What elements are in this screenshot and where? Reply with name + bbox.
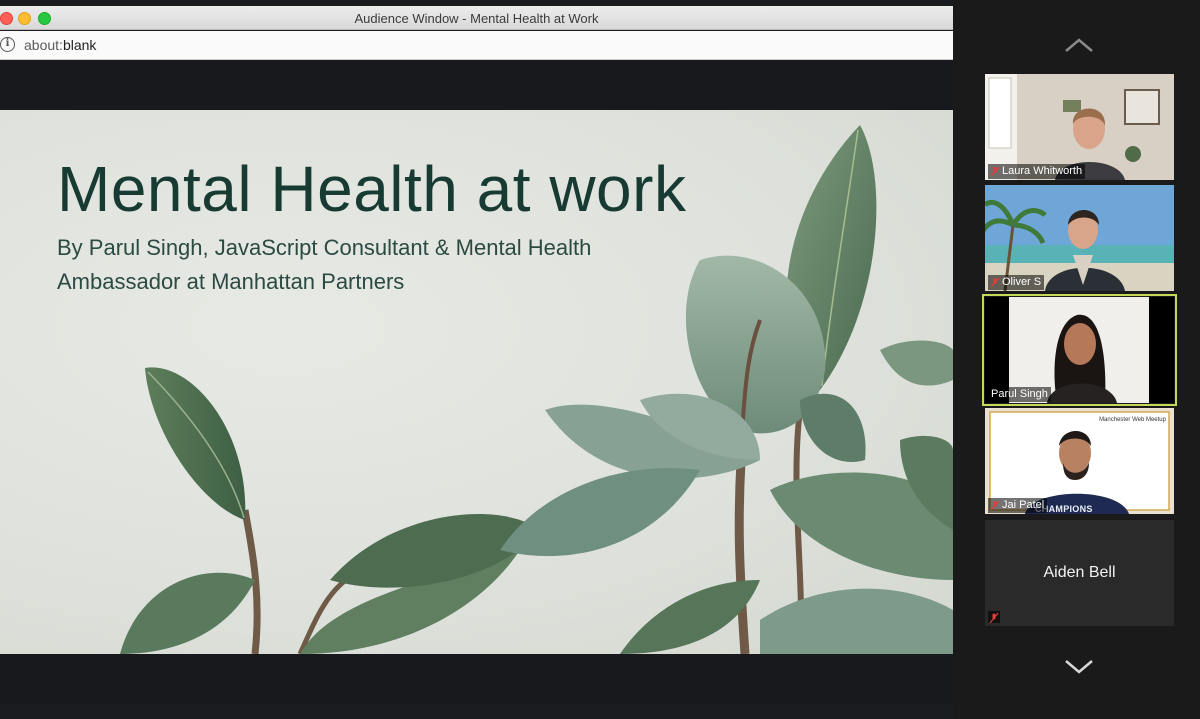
participant-name-label: Oliver S (988, 275, 1045, 290)
participant-name-label: Jai Patel (988, 498, 1048, 513)
window-titlebar[interactable]: Audience Window - Mental Health at Work (0, 6, 953, 30)
participant-name: Parul Singh (991, 388, 1048, 400)
participant-name-label: Parul Singh (988, 387, 1051, 402)
mic-off-icon (991, 278, 999, 287)
participant-name: Jai Patel (1002, 499, 1045, 511)
slide-subtitle-line-1: By Parul Singh, JavaScript Consultant & … (57, 235, 592, 260)
mic-off-icon (989, 612, 999, 624)
participant-tile-oliver[interactable]: Oliver S (985, 185, 1174, 291)
participant-tile-laura[interactable]: Laura Whitworth (985, 74, 1174, 180)
mic-off-badge (988, 611, 1000, 624)
url-path: blank (62, 37, 97, 53)
participant-tile-parul[interactable]: Parul Singh (982, 294, 1177, 406)
participant-name: Laura Whitworth (1002, 165, 1083, 177)
participant-tile-jai[interactable]: Manchester Web Meetup CHAMPIONS Jai Pate… (985, 408, 1174, 514)
letterbox-bottom (0, 654, 953, 704)
address-bar[interactable]: i about:blank (0, 31, 953, 60)
url-scheme: about: (24, 37, 63, 53)
participant-gallery: Laura Whitworth Oliver S Parul Singh Man… (953, 0, 1200, 719)
mic-off-icon (991, 501, 999, 510)
audience-window: Audience Window - Mental Health at Work … (0, 0, 953, 719)
meetup-screen-text: Manchester Web Meetup (1099, 417, 1166, 423)
url-field[interactable]: about:blank (24, 37, 96, 53)
mic-off-icon (991, 167, 999, 176)
window-title: Audience Window - Mental Health at Work (354, 11, 599, 26)
participant-name: Aiden Bell (1043, 564, 1116, 581)
participant-tile-aiden[interactable]: Aiden Bell (985, 520, 1174, 626)
screen: Audience Window - Mental Health at Work … (0, 0, 1200, 719)
participant-name-label: Laura Whitworth (988, 164, 1086, 179)
letterbox-top (0, 61, 953, 110)
presentation-slide: Mental Health at work By Parul Singh, Ja… (0, 110, 953, 654)
info-icon[interactable]: i (0, 37, 15, 52)
chevron-up-icon[interactable] (1063, 36, 1095, 54)
chevron-down-icon[interactable] (1063, 658, 1095, 676)
slide-subtitle: By Parul Singh, JavaScript Consultant & … (57, 231, 657, 299)
participant-name: Oliver S (1002, 276, 1042, 288)
slide-subtitle-line-2: Ambassador at Manhattan Partners (57, 269, 405, 294)
slide-title: Mental Health at work (57, 153, 687, 225)
